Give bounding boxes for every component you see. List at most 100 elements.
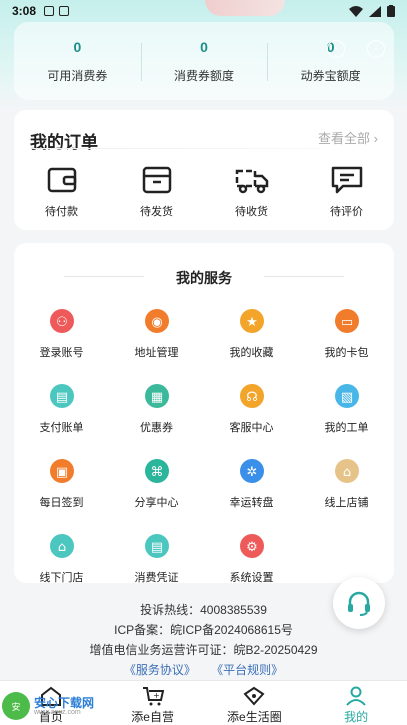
order-pending-payment[interactable]: 待付款 bbox=[14, 165, 109, 219]
watermark-logo-icon: 安 bbox=[2, 692, 30, 720]
headset-icon: ☊ bbox=[239, 383, 265, 409]
shop-icon: ⌂ bbox=[334, 458, 360, 484]
cart-icon: + bbox=[142, 687, 164, 706]
ticket-icon: ▧ bbox=[334, 383, 360, 409]
service-label: 线下门店 bbox=[39, 572, 84, 584]
service-share[interactable]: ⌘ 分享中心 bbox=[109, 458, 204, 510]
service-label: 地址管理 bbox=[134, 347, 179, 359]
svg-text:⚇: ⚇ bbox=[56, 315, 68, 330]
stat-available-coupons[interactable]: 0 可用消费券 bbox=[14, 39, 141, 84]
service-star[interactable]: ★ 我的收藏 bbox=[204, 308, 299, 360]
service-label: 我的卡包 bbox=[324, 347, 369, 359]
service-location[interactable]: ◉ 地址管理 bbox=[109, 308, 204, 360]
message-circle-icon[interactable]: ◦ bbox=[367, 40, 385, 58]
service-ticket[interactable]: ▧ 我的工单 bbox=[299, 383, 394, 435]
wifi-icon bbox=[349, 5, 363, 17]
order-label: 待收货 bbox=[235, 206, 268, 218]
service-account[interactable]: ⚇ 登录账号 bbox=[14, 308, 109, 360]
tab-label: 添e生活圈 bbox=[227, 710, 282, 724]
service-wheel[interactable]: ✲ 幸运转盘 bbox=[204, 458, 299, 510]
svg-text:☊: ☊ bbox=[246, 390, 258, 405]
store-icon: ⌂ bbox=[49, 533, 75, 559]
svg-text:▭: ▭ bbox=[340, 315, 352, 330]
tab-label: 添e自营 bbox=[131, 710, 174, 724]
svg-text:⚙: ⚙ bbox=[246, 540, 258, 555]
svg-text:✲: ✲ bbox=[246, 465, 257, 480]
svg-text:▣: ▣ bbox=[55, 465, 67, 480]
status-bar: 3:08 bbox=[0, 0, 407, 22]
tab-mine[interactable]: 我的 bbox=[305, 681, 407, 725]
app-notification-icon bbox=[59, 6, 70, 16]
svg-text:▦: ▦ bbox=[150, 390, 162, 405]
tab-label: 我的 bbox=[344, 710, 369, 724]
service-headset[interactable]: ☊ 客服中心 bbox=[204, 383, 299, 435]
service-label: 支付账单 bbox=[39, 422, 84, 434]
service-coupon[interactable]: ▦ 优惠券 bbox=[109, 383, 204, 435]
platform-rules-link[interactable]: 《平台规则》 bbox=[211, 663, 283, 677]
services-title: 我的服务 bbox=[14, 268, 394, 288]
tab-self-operated[interactable]: + 添e自营 bbox=[102, 681, 204, 725]
service-label: 我的工单 bbox=[324, 422, 369, 434]
service-calendar[interactable]: ▣ 每日签到 bbox=[14, 458, 109, 510]
stat-value: 0 bbox=[73, 38, 82, 55]
coupon-icon: ▦ bbox=[144, 383, 170, 409]
service-label: 优惠券 bbox=[140, 422, 173, 434]
service-label: 每日签到 bbox=[39, 497, 84, 509]
stat-label: 动券宝额度 bbox=[300, 68, 361, 83]
header-actions: ◦ ◦ bbox=[327, 40, 385, 58]
view-all-label: 查看全部 bbox=[318, 131, 371, 146]
svg-text:⌘: ⌘ bbox=[150, 465, 163, 480]
truck-icon bbox=[235, 169, 268, 194]
service-label: 幸运转盘 bbox=[229, 497, 274, 509]
service-label: 登录账号 bbox=[39, 347, 84, 359]
order-pending-shipment[interactable]: 待发货 bbox=[109, 165, 204, 219]
my-orders-card: 我的订单 查看全部 › 待付款 待发货 待收货 待评价 bbox=[14, 110, 394, 230]
settings-circle-icon[interactable]: ◦ bbox=[327, 40, 345, 58]
stat-label: 可用消费券 bbox=[47, 68, 108, 83]
service-card[interactable]: ▭ 我的卡包 bbox=[299, 308, 394, 360]
service-label: 线上店铺 bbox=[324, 497, 369, 509]
card-icon: ▭ bbox=[334, 308, 360, 334]
order-pending-receipt[interactable]: 待收货 bbox=[204, 165, 299, 219]
service-settings[interactable]: ⚙ 系统设置 bbox=[204, 533, 299, 585]
signal-icon bbox=[369, 5, 381, 17]
service-label: 消费凭证 bbox=[134, 572, 179, 584]
service-agreement-link[interactable]: 《服务协议》 bbox=[124, 663, 196, 677]
svg-text:▤: ▤ bbox=[150, 540, 162, 555]
service-shop[interactable]: ⌂ 线上店铺 bbox=[299, 458, 394, 510]
stat-coupon-quota[interactable]: 0 消费券额度 bbox=[140, 38, 268, 84]
orders-divider bbox=[30, 148, 320, 149]
bag-icon bbox=[243, 686, 265, 706]
service-bill[interactable]: ▤ 支付账单 bbox=[14, 383, 109, 435]
stat-value: 0 bbox=[200, 38, 208, 55]
watermark-name: 安心下载网 bbox=[34, 695, 95, 710]
service-label: 客服中心 bbox=[229, 422, 274, 434]
order-pending-review[interactable]: 待评价 bbox=[299, 165, 394, 219]
status-time: 3:08 bbox=[12, 4, 37, 18]
star-icon: ★ bbox=[239, 308, 265, 334]
comment-icon bbox=[331, 166, 362, 194]
svg-text:⌂: ⌂ bbox=[57, 540, 65, 555]
svg-text:+: + bbox=[153, 691, 160, 700]
service-label: 系统设置 bbox=[229, 572, 274, 584]
view-all-orders-link[interactable]: 查看全部 › bbox=[318, 128, 378, 147]
tab-life-circle[interactable]: 添e生活圈 bbox=[204, 681, 306, 725]
telecom-license: 增值电信业务运营许可证：皖B2-20250429 bbox=[89, 643, 318, 657]
complaint-hotline: 投诉热线：4008385539 bbox=[140, 603, 267, 617]
svg-text:▤: ▤ bbox=[55, 390, 67, 405]
svg-text:★: ★ bbox=[246, 315, 258, 330]
watermark-url: www.anxz.com bbox=[34, 708, 81, 716]
calendar-icon: ▣ bbox=[49, 458, 75, 484]
svg-text:◉: ◉ bbox=[151, 315, 162, 330]
service-label: 我的收藏 bbox=[229, 347, 274, 359]
account-icon: ⚇ bbox=[49, 308, 75, 334]
stat-label: 消费券额度 bbox=[174, 68, 235, 83]
service-store[interactable]: ⌂ 线下门店 bbox=[14, 533, 109, 585]
share-icon: ⌘ bbox=[144, 458, 170, 484]
wallet-icon bbox=[47, 167, 76, 193]
service-receipt[interactable]: ▤ 消费凭证 bbox=[109, 533, 204, 585]
bill-icon: ▤ bbox=[49, 383, 75, 409]
location-icon: ◉ bbox=[144, 308, 170, 334]
balance-stats-card: 0 可用消费券 0 消费券额度 0 动券宝额度 bbox=[14, 22, 394, 100]
receipt-icon: ▤ bbox=[144, 533, 170, 559]
